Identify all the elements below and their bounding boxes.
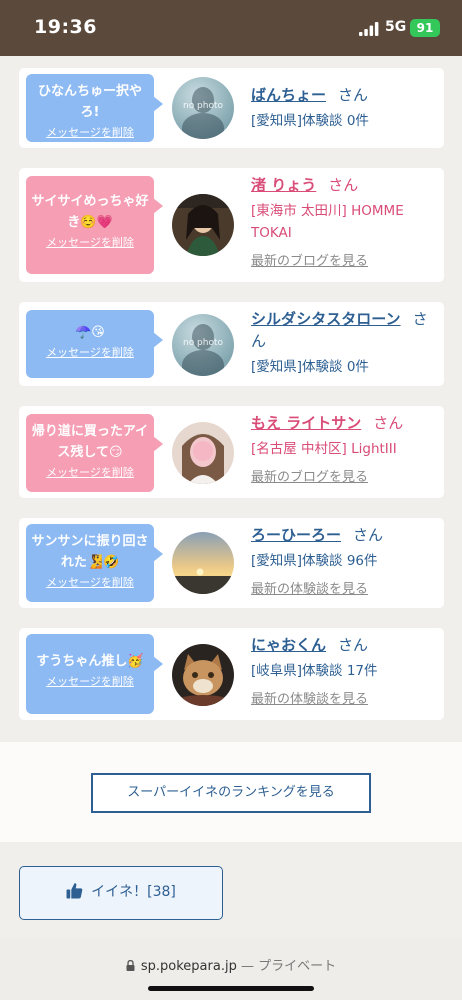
url-display[interactable]: sp.pokepara.jp — プライベート — [0, 955, 462, 974]
message-card: すうちゃん推し🥳 メッセージを削除 にゃおくん さん [岐阜県]体験談 17件 最… — [19, 628, 444, 720]
avatar[interactable] — [172, 194, 234, 256]
message-card: ひなんちゅー択やろ! メッセージを削除 no photo ばんちょー さん [愛知… — [19, 68, 444, 148]
message-text: サイサイめっちゃ好き☺️💗 — [31, 194, 149, 230]
user-name-link[interactable]: もえ ライトサン — [251, 414, 361, 432]
battery-icon: 91 — [410, 19, 440, 37]
message-bubble: サンサンに振り回された🧏🤣 メッセージを削除 — [26, 524, 163, 602]
latest-blog-link[interactable]: 最新のブログを見る — [251, 250, 437, 269]
message-text: ひなんちゅー択やろ! — [37, 84, 142, 120]
cellular-signal-icon — [359, 22, 379, 36]
home-indicator[interactable] — [148, 986, 314, 991]
honorific: さん — [338, 86, 369, 104]
message-card: 帰り道に買ったアイス残して😏 メッセージを削除 もえ ライトサン さん [名古屋 … — [19, 406, 444, 498]
message-text: すうちゃん推し🥳 — [36, 654, 144, 669]
user-detail: [愛知県]体験談 96件 — [251, 553, 378, 569]
user-detail: [岐阜県]体験談 17件 — [251, 663, 378, 679]
message-card: サンサンに振り回された🧏🤣 メッセージを削除 ろーひーろー さん [愛知県]体験談… — [19, 518, 444, 608]
ranking-section: スーパーイイネのランキングを見る — [0, 742, 462, 842]
delete-message-link[interactable]: メッセージを削除 — [26, 235, 154, 251]
user-info: シルダシタスタローン さん [愛知県]体験談 0件 — [251, 308, 437, 378]
latest-blog-link[interactable]: 最新のブログを見る — [251, 466, 437, 485]
latest-review-link[interactable]: 最新の体験談を見る — [251, 688, 437, 707]
honorific: さん — [353, 526, 384, 544]
message-card: ☂️😘 メッセージを削除 no photo シルダシタスタローン さん [愛知県]… — [19, 302, 444, 386]
message-card: サイサイめっちゃ好き☺️💗 メッセージを削除 渚 りょう さん [東海市 太田川]… — [19, 168, 444, 282]
network-type: 5G — [385, 19, 407, 35]
message-text: ☂️😘 — [75, 325, 105, 340]
avatar[interactable] — [172, 422, 234, 484]
avatar[interactable] — [172, 644, 234, 706]
message-text: 帰り道に買ったアイス残して😏 — [31, 424, 149, 460]
honorific: さん — [373, 414, 404, 432]
user-name-link[interactable]: 渚 りょう — [251, 176, 316, 194]
user-name-link[interactable]: にゃおくん — [251, 636, 326, 654]
delete-message-link[interactable]: メッセージを削除 — [26, 125, 154, 141]
user-info: もえ ライトサン さん [名古屋 中村区] LightIII 最新のブログを見る — [251, 412, 437, 485]
avatar[interactable]: no photo — [172, 77, 234, 139]
user-info: にゃおくん さん [岐阜県]体験談 17件 最新の体験談を見る — [251, 634, 437, 707]
user-info: ろーひーろー さん [愛知県]体験談 96件 最新の体験談を見る — [251, 524, 437, 597]
avatar[interactable] — [172, 532, 234, 594]
message-bubble: すうちゃん推し🥳 メッセージを削除 — [26, 634, 163, 714]
like-count: [38] — [147, 884, 176, 900]
like-label: イイネ！ — [91, 884, 148, 900]
user-detail: [愛知県]体験談 0件 — [251, 113, 369, 129]
like-button[interactable]: イイネ！[38] — [19, 866, 223, 920]
status-time: 19:36 — [34, 16, 97, 38]
delete-message-link[interactable]: メッセージを削除 — [26, 575, 154, 591]
user-name-link[interactable]: シルダシタスタローン — [251, 310, 401, 328]
delete-message-link[interactable]: メッセージを削除 — [26, 674, 154, 690]
message-bubble: ひなんちゅー択やろ! メッセージを削除 — [26, 74, 163, 142]
avatar[interactable]: no photo — [172, 314, 234, 376]
lock-icon — [126, 960, 135, 971]
like-section: イイネ！[38] — [0, 842, 462, 938]
user-detail: [愛知県]体験談 0件 — [251, 359, 369, 375]
honorific: さん — [338, 636, 369, 654]
thumbs-up-icon — [66, 883, 83, 899]
message-bubble: 帰り道に買ったアイス残して😏 メッセージを削除 — [26, 414, 163, 492]
status-bar: 19:36 5G 91 — [0, 0, 462, 56]
private-label: — プライベート — [240, 959, 337, 974]
message-text: サンサンに振り回された🧏🤣 — [31, 534, 149, 570]
user-name-link[interactable]: ろーひーろー — [251, 526, 341, 544]
super-iine-ranking-button[interactable]: スーパーイイネのランキングを見る — [91, 773, 371, 813]
message-list: ひなんちゅー択やろ! メッセージを削除 no photo ばんちょー さん [愛知… — [0, 56, 462, 742]
honorific: さん — [328, 176, 359, 194]
user-info: ばんちょー さん [愛知県]体験談 0件 — [251, 84, 437, 132]
message-bubble: ☂️😘 メッセージを削除 — [26, 310, 163, 378]
user-detail: [東海市 太田川] HOMME TOKAI — [251, 203, 404, 241]
user-info: 渚 りょう さん [東海市 太田川] HOMME TOKAI 最新のブログを見る — [251, 174, 437, 269]
user-detail: [名古屋 中村区] LightIII — [251, 441, 397, 457]
url-domain: sp.pokepara.jp — [140, 959, 237, 974]
latest-review-link[interactable]: 最新の体験談を見る — [251, 578, 437, 597]
delete-message-link[interactable]: メッセージを削除 — [26, 345, 154, 361]
delete-message-link[interactable]: メッセージを削除 — [26, 465, 154, 481]
user-name-link[interactable]: ばんちょー — [251, 86, 326, 104]
message-bubble: サイサイめっちゃ好き☺️💗 メッセージを削除 — [26, 176, 163, 274]
